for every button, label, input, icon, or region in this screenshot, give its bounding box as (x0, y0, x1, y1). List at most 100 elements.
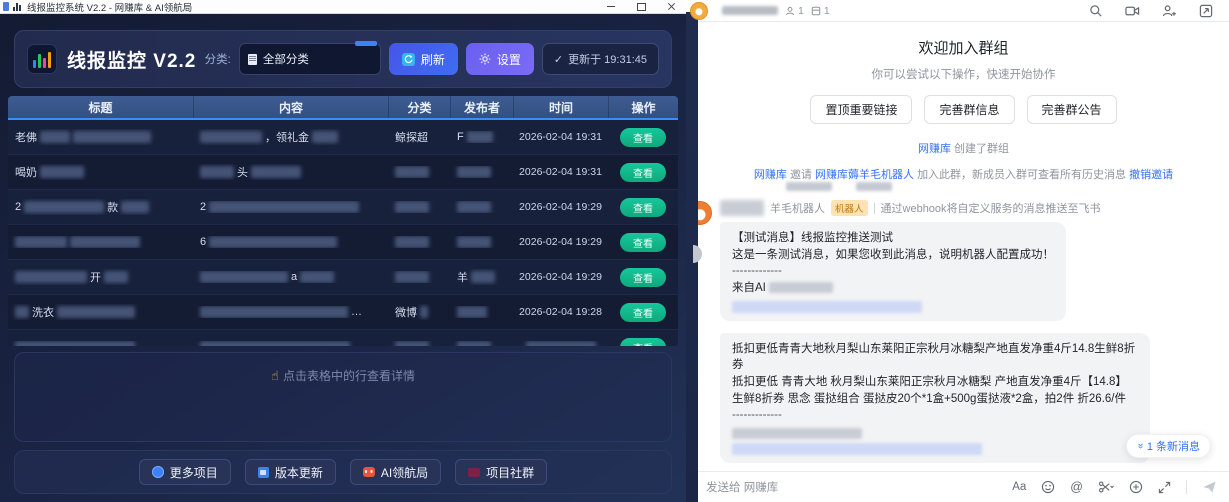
table-row[interactable]: 开 a 羊 2026-02-04 19:29 查看 (8, 260, 678, 295)
maximize-button[interactable] (626, 0, 656, 14)
column-title: 标题 (8, 96, 193, 118)
redacted-text (200, 131, 262, 143)
button-label: 更多项目 (170, 464, 218, 481)
column-category: 分类 (388, 96, 450, 118)
refresh-button[interactable]: 刷新 (389, 43, 458, 75)
search-icon[interactable] (1089, 4, 1103, 18)
globe-icon (152, 466, 164, 478)
table-row[interactable]: 6 2026-02-04 19:29 查看 (8, 225, 678, 260)
redacted-text (251, 166, 301, 178)
more-projects-button[interactable]: 更多项目 (139, 459, 231, 485)
bot-badge: 机器人 (831, 200, 868, 216)
view-button[interactable]: 查看 (620, 268, 666, 287)
complete-group-info-button[interactable]: 完善群信息 (924, 95, 1014, 124)
community-button[interactable]: 项目社群 (455, 459, 547, 485)
expand-icon[interactable] (1158, 481, 1171, 494)
table-row[interactable]: 喝奶 头 2026-02-04 19:31 查看 (8, 155, 678, 190)
view-button[interactable]: 查看 (620, 163, 666, 182)
cell-action: 查看 (608, 303, 678, 322)
bot-avatar[interactable] (698, 201, 712, 225)
select-accent-bar (355, 41, 377, 46)
welcome-block: 欢迎加入群组 你可以尝试以下操作，快速开始协作 (698, 37, 1229, 82)
redacted-text (395, 166, 429, 178)
cell-time: 2026-02-04 19:29 (513, 271, 608, 283)
group-avatar[interactable] (690, 2, 708, 20)
font-style-icon[interactable]: Aa (1012, 481, 1026, 493)
view-button[interactable]: 查看 (620, 198, 666, 217)
column-publisher: 发布者 (450, 96, 513, 118)
button-label: AI领航局 (381, 464, 428, 481)
topic-count[interactable]: 1 (811, 5, 830, 17)
video-call-icon[interactable] (1125, 4, 1140, 18)
category-value: 全部分类 (263, 51, 309, 67)
redacted-text (856, 182, 892, 191)
cell-text: 2026-02-04 19:29 (519, 236, 602, 248)
member-count[interactable]: 1 (785, 5, 804, 17)
complete-announcement-button[interactable]: 完善群公告 (1027, 95, 1117, 124)
view-button[interactable]: 查看 (620, 233, 666, 252)
welcome-title: 欢迎加入群组 (698, 37, 1229, 58)
cell-publisher (450, 236, 513, 248)
table-row[interactable]: 2款 2 2026-02-04 19:29 查看 (8, 190, 678, 225)
bot-name[interactable]: 羊毛机器人 (770, 200, 825, 216)
button-label: 版本更新 (275, 464, 323, 481)
redacted-text (457, 166, 491, 178)
pop-out-icon[interactable] (1199, 4, 1213, 18)
composer-placeholder[interactable]: 发送给 网赚库 (706, 479, 1012, 495)
invitee-link[interactable]: 网赚库薅羊毛机器人 (815, 169, 914, 181)
send-icon[interactable] (1202, 480, 1217, 494)
window-title: 线报监控系统 V2.2 - 网赚库 & AI领航局 (27, 0, 592, 14)
cell-title: 喝奶 (8, 164, 193, 180)
table-row[interactable]: 老佛 ，领礼金 鲸探超 F 2026-02-04 19:31 查看 (8, 120, 678, 155)
creator-link[interactable]: 网赚库 (918, 143, 951, 155)
new-message-badge[interactable]: » 1 条新消息 (1126, 434, 1211, 458)
window-app-icon (3, 2, 9, 11)
ai-pilot-button[interactable]: AI领航局 (350, 459, 441, 485)
view-button[interactable]: 查看 (620, 303, 666, 322)
table-row[interactable]: 洗衣 … 微博 2026-02-04 19:28 查看 (8, 295, 678, 330)
message-list: 网赚库薅羊毛机器人 机器人 通过webhook将自定义服务的消息推送至飞书 【测… (698, 200, 1229, 471)
cell-publisher (450, 306, 513, 318)
cell-action: 查看 (608, 233, 678, 252)
mention-icon[interactable]: @ (1070, 480, 1083, 494)
emoji-icon[interactable] (1041, 480, 1055, 494)
cell-content (193, 341, 388, 346)
redacted-text (121, 201, 149, 213)
version-update-button[interactable]: 版本更新 (245, 459, 336, 485)
revoke-invite-link[interactable]: 撤销邀请 (1129, 169, 1173, 181)
cell-text: 洗衣 (32, 304, 54, 320)
column-action: 操作 (608, 96, 678, 118)
message-bubble[interactable]: 【测试消息】线报监控推送测试 这是一条测试消息，如果您收到此消息，说明机器人配置… (720, 222, 1066, 321)
add-member-icon[interactable] (1162, 4, 1177, 18)
welcome-subtitle: 你可以尝试以下操作，快速开始协作 (698, 66, 1229, 82)
app-title: 线报监控 V2.2 (67, 46, 196, 73)
cell-time: 2026-02-04 19:29 (513, 201, 608, 213)
plus-circle-icon[interactable] (1129, 480, 1143, 494)
column-content: 内容 (193, 96, 388, 118)
chart-icon (13, 2, 23, 11)
close-button[interactable] (656, 0, 686, 14)
last-updated-badge: ✓ 更新于 19:31:45 (542, 43, 659, 75)
cell-content: 2 (193, 201, 388, 213)
view-button[interactable]: 查看 (620, 128, 666, 147)
inviter-link[interactable]: 网赚库 (754, 169, 787, 181)
message-composer[interactable]: 发送给 网赚库 Aa @ (698, 471, 1229, 502)
category-select[interactable]: 全部分类 (239, 43, 381, 75)
cell-title (8, 236, 193, 248)
table-row-partial[interactable]: 查看 (8, 330, 678, 346)
minimize-button[interactable] (596, 0, 626, 14)
redacted-text (420, 306, 428, 318)
cell-title: 洗衣 (8, 304, 193, 320)
view-button[interactable]: 查看 (620, 338, 666, 347)
redacted-text (457, 201, 491, 213)
cell-category (388, 236, 450, 248)
pin-links-button[interactable]: 置顶重要链接 (810, 95, 912, 124)
settings-button[interactable]: 设置 (466, 43, 534, 75)
scissors-icon[interactable] (1098, 480, 1114, 494)
redacted-text (40, 166, 84, 178)
cell-title: 开 (8, 269, 193, 285)
message-bubble[interactable]: 抵扣更低青青大地秋月梨山东莱阳正宗秋月冰糖梨产地直发净重4斤14.8生鲜8折券 … (720, 333, 1150, 463)
cell-publisher: 羊 (450, 269, 513, 285)
redacted-text (467, 131, 493, 143)
redacted-text (395, 271, 429, 283)
